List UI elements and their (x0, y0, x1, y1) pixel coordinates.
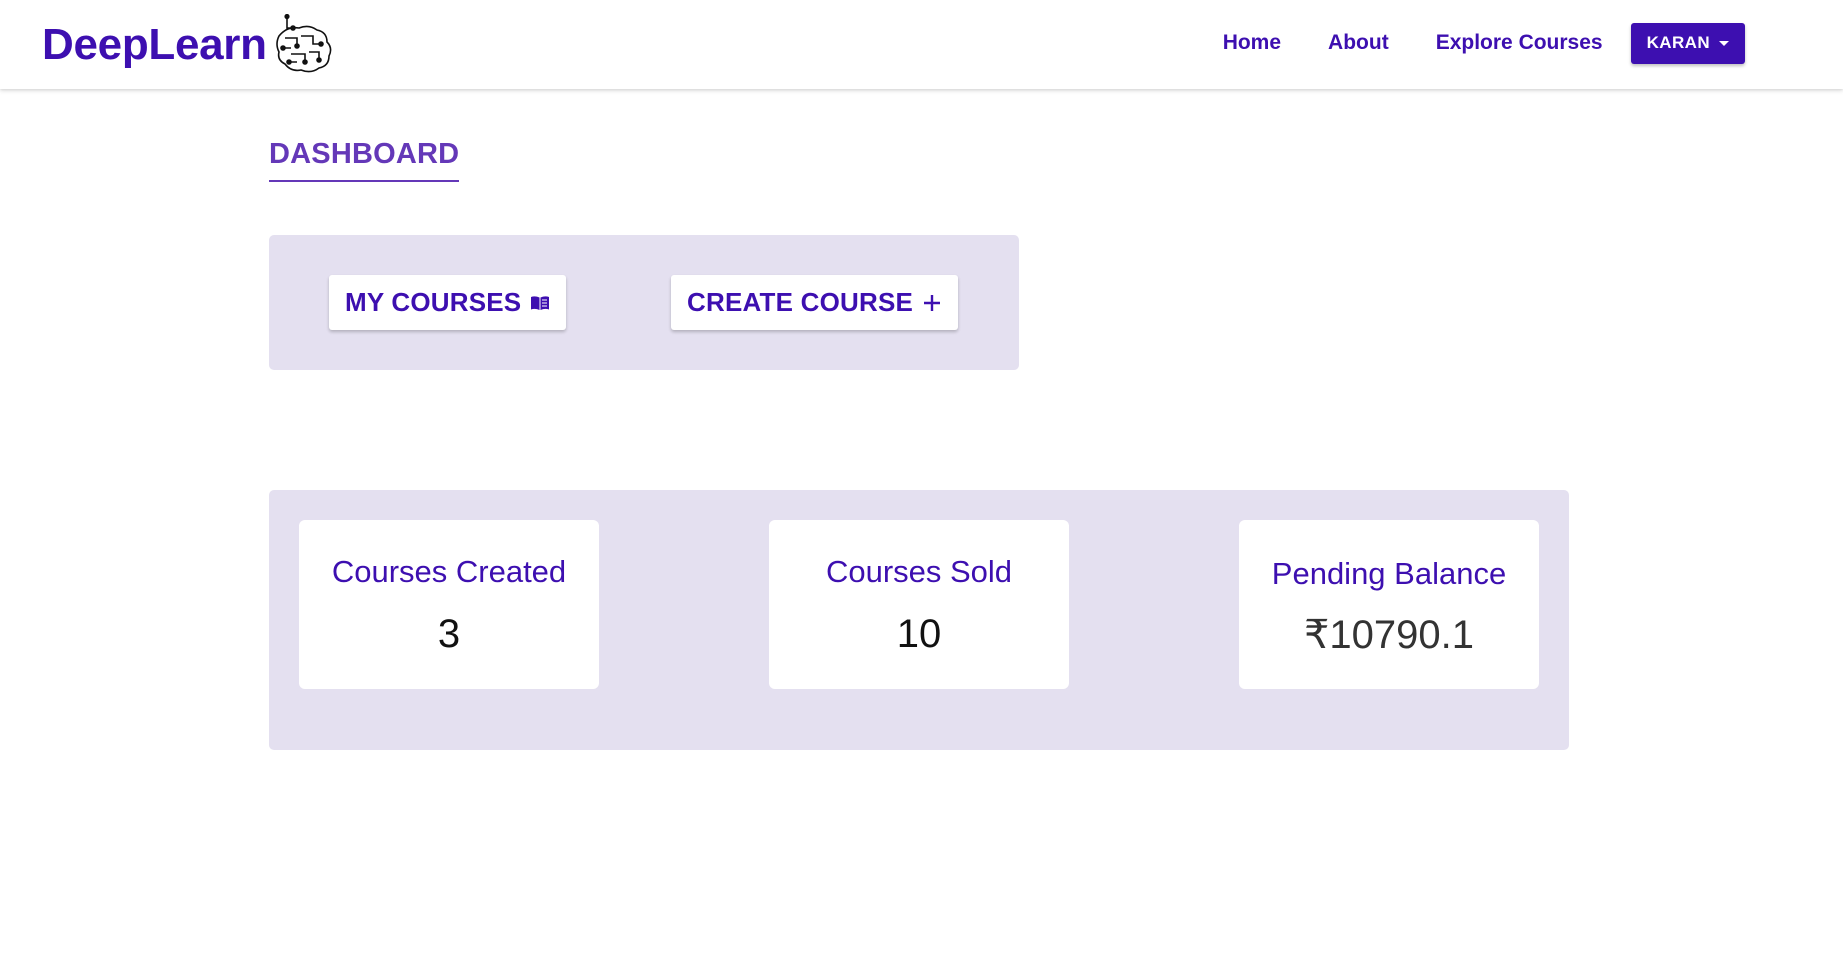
circuit-brain-icon (275, 14, 332, 73)
create-course-label: CREATE COURSE (687, 287, 914, 317)
stat-label: Courses Sold (825, 554, 1013, 589)
stat-value: ₹10790.1 (1303, 613, 1475, 657)
user-menu-label: KARAN (1646, 33, 1710, 52)
brand-logo-link[interactable]: DeepLearn (42, 14, 333, 76)
actions-panel: MY COURSES CREATE COURSE (269, 235, 1019, 370)
book-icon (530, 295, 550, 311)
page-title: DASHBOARD (269, 138, 460, 182)
stats-panel: Courses Created 3 Courses Sold 10 Pendin… (269, 490, 1569, 750)
create-course-button[interactable]: CREATE COURSE (671, 275, 958, 330)
plus-icon (922, 293, 942, 313)
stat-card-pending-balance: Pending Balance ₹10790.1 (1239, 520, 1539, 689)
stat-value: 3 (437, 612, 461, 656)
caret-down-icon (1719, 40, 1729, 46)
stat-label: Courses Created (331, 554, 567, 589)
my-courses-button[interactable]: MY COURSES (329, 275, 566, 330)
stat-label: Pending Balance (1271, 556, 1507, 591)
user-menu-button[interactable]: KARAN (1630, 22, 1745, 64)
stat-card-courses-created: Courses Created 3 (299, 520, 599, 689)
brand-name: DeepLearn (42, 20, 267, 69)
nav-link-explore-courses[interactable]: Explore Courses (1436, 31, 1603, 55)
nav-links: Home About Explore Courses KARAN (1223, 22, 1745, 64)
stat-value: 10 (896, 612, 942, 656)
stat-card-courses-sold: Courses Sold 10 (769, 520, 1069, 689)
my-courses-label: MY COURSES (345, 287, 522, 317)
nav-link-home[interactable]: Home (1223, 31, 1281, 55)
nav-link-about[interactable]: About (1328, 31, 1389, 55)
navbar: DeepLearn Home About Explore Courses KAR… (0, 0, 1843, 89)
